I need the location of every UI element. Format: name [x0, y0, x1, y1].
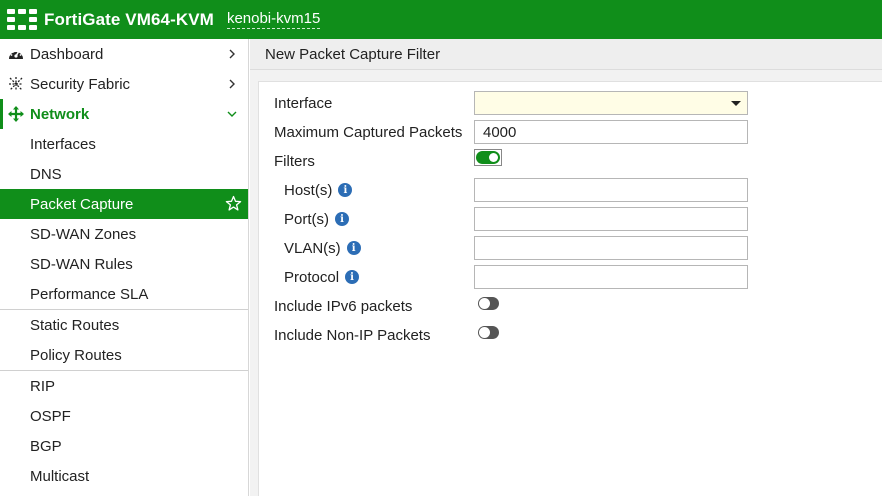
dashboard-icon — [8, 46, 24, 62]
sidebar-item-label: Interfaces — [30, 135, 96, 153]
info-icon[interactable]: i — [346, 241, 361, 255]
top-bar: FortiGate VM64-KVM kenobi-kvm15 — [0, 0, 882, 39]
capture-filter-form: Interface Maximum Captured Packets 4000 … — [258, 81, 882, 496]
sidebar-item-multicast[interactable]: Multicast — [0, 461, 248, 491]
ipv6-toggle[interactable] — [478, 297, 499, 310]
nonip-row: Include Non-IP Packets — [274, 322, 874, 348]
fortinet-logo-icon — [7, 8, 37, 31]
nonip-label: Include Non-IP Packets — [274, 326, 431, 344]
ipv6-row: Include IPv6 packets — [274, 293, 874, 319]
sidebar-item-label: Performance SLA — [30, 285, 149, 303]
sidebar-item-label: Security Fabric — [30, 75, 131, 93]
sidebar-item-performance-sla[interactable]: Performance SLA — [0, 279, 248, 309]
hosts-input[interactable] — [474, 178, 748, 202]
sidebar-item-ospf[interactable]: OSPF — [0, 401, 248, 431]
sidebar-item-bgp[interactable]: BGP — [0, 431, 248, 461]
interface-label: Interface — [274, 94, 333, 112]
sidebar-item-label: Packet Capture — [30, 195, 134, 213]
caret-down-icon — [731, 101, 741, 106]
sidebar-item-network[interactable]: Network — [0, 99, 248, 129]
vlans-label: VLAN(s) — [284, 239, 341, 257]
filters-toggle[interactable] — [474, 149, 502, 166]
sidebar-item-label: SD-WAN Rules — [30, 255, 133, 273]
chevron-right-icon — [229, 49, 235, 59]
sidebar-item-label: Multicast — [30, 467, 90, 485]
max-packets-label: Maximum Captured Packets — [274, 123, 463, 141]
sidebar-item-packet-capture[interactable]: Packet Capture — [0, 189, 248, 219]
max-packets-input[interactable]: 4000 — [474, 120, 748, 144]
sidebar-item-label: BGP — [30, 437, 62, 455]
sidebar-item-label: Static Routes — [30, 316, 120, 334]
info-icon[interactable]: i — [345, 270, 360, 284]
sidebar-item-policy-routes[interactable]: Policy Routes — [0, 340, 248, 370]
sidebar-item-dns[interactable]: DNS — [0, 159, 248, 189]
sidebar-item-label: RIP — [30, 377, 56, 395]
sidebar-item-label: Dashboard — [30, 45, 104, 63]
sidebar-item-sd-wan-rules[interactable]: SD-WAN Rules — [0, 249, 248, 279]
ports-label: Port(s) — [284, 210, 329, 228]
host-name[interactable]: kenobi-kvm15 — [226, 10, 321, 29]
nonip-toggle[interactable] — [478, 326, 499, 339]
hosts-label: Host(s) — [284, 181, 333, 199]
page-title: New Packet Capture Filter — [265, 45, 441, 63]
sidebar-item-sd-wan-zones[interactable]: SD-WAN Zones — [0, 219, 248, 249]
ipv6-label: Include IPv6 packets — [274, 297, 413, 315]
ports-input[interactable] — [474, 207, 748, 231]
sidebar-item-label: Network — [30, 105, 90, 123]
sidebar-item-interfaces[interactable]: Interfaces — [0, 129, 248, 159]
sidebar-item-label: DNS — [30, 165, 62, 183]
info-icon[interactable]: i — [338, 183, 353, 197]
app-title: FortiGate VM64-KVM — [44, 9, 214, 29]
star-icon[interactable] — [225, 195, 242, 212]
vlans-input[interactable] — [474, 236, 748, 260]
chevron-right-icon — [229, 79, 235, 89]
protocol-label: Protocol — [284, 268, 340, 286]
interface-select[interactable] — [474, 91, 748, 115]
sidebar: Dashboard Security Fabric Network Interf… — [0, 39, 249, 496]
sidebar-item-label: SD-WAN Zones — [30, 225, 137, 243]
info-icon[interactable]: i — [335, 212, 349, 226]
sidebar-item-dashboard[interactable]: Dashboard — [0, 39, 248, 69]
sidebar-item-rip[interactable]: RIP — [0, 371, 248, 401]
network-icon — [8, 106, 24, 122]
protocol-input[interactable] — [474, 265, 748, 289]
security-fabric-icon — [8, 76, 24, 92]
sidebar-item-label: Policy Routes — [30, 346, 122, 364]
sidebar-item-security-fabric[interactable]: Security Fabric — [0, 69, 248, 99]
chevron-down-icon — [227, 111, 237, 117]
page-title-bar: New Packet Capture Filter — [250, 39, 882, 70]
sidebar-item-label: OSPF — [30, 407, 71, 425]
filters-row: Filters — [274, 148, 874, 174]
sidebar-item-static-routes[interactable]: Static Routes — [0, 310, 248, 340]
filters-label: Filters — [274, 152, 315, 170]
